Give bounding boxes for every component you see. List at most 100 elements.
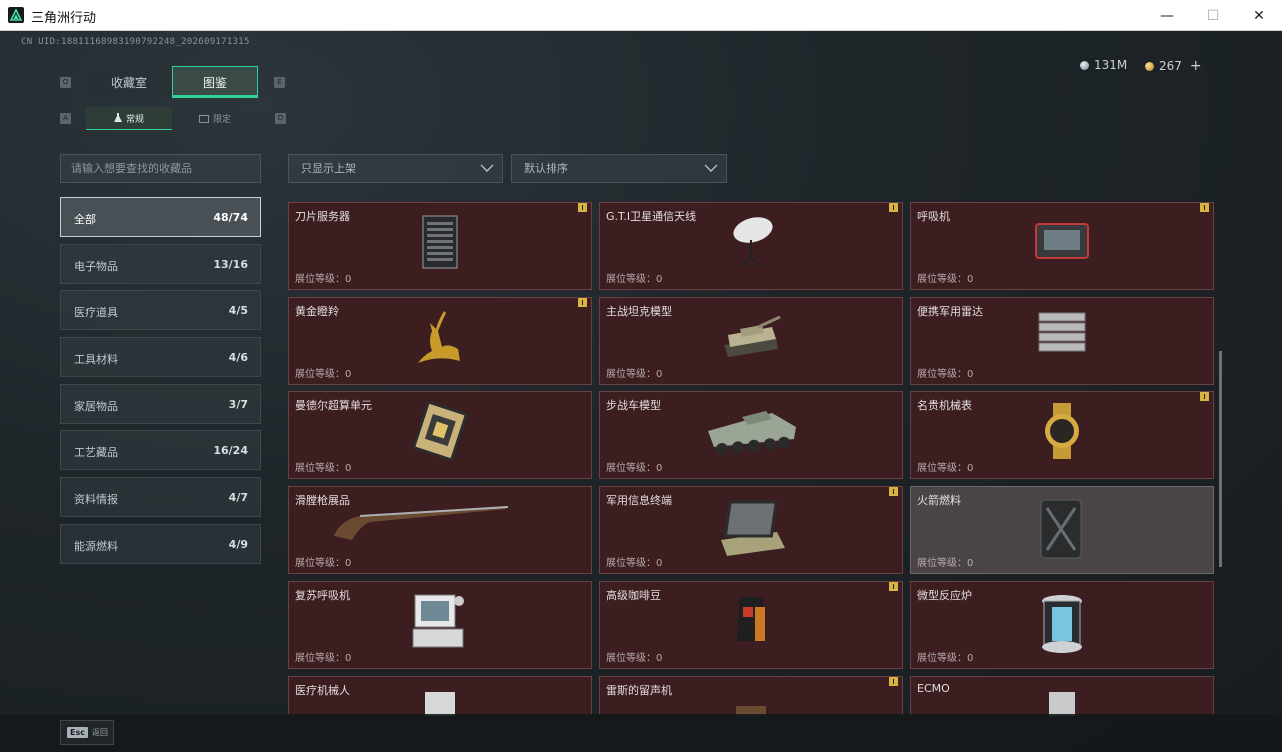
category-count: 4/9 [228, 537, 248, 551]
filter-dropdown[interactable]: 只显示上架 [288, 154, 503, 183]
collectible-card[interactable]: G.T.I卫星通信天线 展位等级：0 [599, 202, 903, 290]
category-count: 4/5 [228, 304, 248, 318]
subtab-regular[interactable]: 常规 [86, 107, 172, 130]
fuel-can-icon [1033, 496, 1091, 566]
player-uid: CN UID:18811168983190792248_202609171315 [21, 37, 250, 47]
close-button[interactable]: ✕ [1236, 0, 1282, 31]
category-energy[interactable]: 能源燃料 4/9 [60, 523, 261, 564]
watch-icon [1037, 401, 1087, 465]
tab-catalog[interactable]: 图鉴 [172, 66, 258, 98]
alert-badge-icon [1200, 392, 1209, 402]
key-hint-a: A [60, 113, 71, 124]
gramophone-icon [726, 686, 776, 716]
medical-robot-icon [415, 686, 465, 716]
collectible-name: 步战车模型 [606, 399, 661, 413]
display-level: 展位等级：0 [606, 558, 663, 570]
collectible-name: 曼德尔超算单元 [295, 399, 372, 413]
subtab-label: 常规 [125, 114, 144, 125]
collectible-card[interactable]: 复苏呼吸机 展位等级：0 [288, 580, 592, 669]
collectible-name: 便携军用雷达 [917, 304, 983, 318]
coffee-bag-icon [731, 591, 771, 649]
minimize-button[interactable]: — [1144, 0, 1190, 31]
collectible-card[interactable]: 便携军用雷达 展位等级：0 [910, 296, 1214, 385]
collectible-name: 医疗机械人 [295, 683, 350, 697]
alert-badge-icon [1200, 203, 1209, 212]
category-count: 3/7 [228, 397, 248, 411]
currency-amount: 267 [1159, 59, 1182, 73]
silver-coin-icon [1080, 60, 1089, 70]
add-currency-button[interactable]: + [1190, 58, 1202, 74]
display-level: 展位等级：0 [295, 368, 352, 380]
category-label: 工具材料 [74, 353, 118, 367]
display-level: 展位等级：0 [917, 652, 974, 664]
server-rack-icon [415, 212, 465, 276]
category-count: 4/7 [228, 491, 248, 505]
display-level: 展位等级：0 [606, 463, 663, 475]
collectible-card[interactable]: 军用信息终端 展位等级：0 [599, 486, 903, 575]
flask-icon [113, 113, 122, 122]
collectible-card[interactable]: 火箭燃料 展位等级：0 [910, 486, 1214, 575]
collectible-card[interactable]: 主战坦克模型 展位等级：0 [599, 296, 903, 385]
collectible-card[interactable]: 步战车模型展位等级：0 [599, 391, 903, 480]
category-medical[interactable]: 医疗道具 4/5 [60, 290, 261, 331]
filter-dropdown-label: 只显示上架 [301, 162, 356, 175]
collectible-name: 军用信息终端 [606, 494, 672, 508]
ventilator-icon [1030, 212, 1094, 272]
revival-machine-icon [409, 591, 471, 657]
collectible-card[interactable]: 呼吸机 展位等级：0 [910, 202, 1214, 290]
category-all[interactable]: 全部 48/74 [60, 197, 261, 237]
display-level: 展位等级：0 [917, 463, 974, 475]
category-label: 能源燃料 [74, 539, 118, 553]
alert-badge-icon [578, 297, 587, 307]
collectible-card[interactable]: 曼德尔超算单元 展位等级：0 [288, 391, 592, 480]
subtab-limited[interactable]: 限定 [172, 107, 258, 130]
ecmo-icon [1037, 686, 1087, 716]
category-crafts[interactable]: 工艺藏品 16/24 [60, 430, 261, 471]
ifv-model-icon [702, 401, 800, 465]
gold-gazelle-icon [408, 307, 472, 373]
alert-badge-icon [889, 581, 898, 591]
category-electronics[interactable]: 电子物品 13/16 [60, 243, 261, 284]
currency-gold: 267 + [1145, 58, 1202, 74]
alert-badge-icon [889, 676, 898, 686]
key-hint-d: D [275, 113, 286, 124]
sort-dropdown[interactable]: 默认排序 [511, 154, 727, 183]
satellite-dish-icon [721, 212, 781, 276]
maximize-button[interactable]: ☐ [1190, 0, 1236, 31]
collectible-card[interactable]: 刀片服务器 展位等级：0 [288, 202, 592, 290]
alert-badge-icon [889, 487, 898, 497]
key-hint-q: Q [60, 77, 71, 88]
category-label: 工艺藏品 [74, 446, 118, 460]
display-level: 展位等级：0 [295, 652, 352, 664]
collectible-card[interactable]: 滑膛枪展品 展位等级：0 [288, 486, 592, 575]
display-level: 展位等级：0 [606, 368, 663, 380]
musket-icon [330, 496, 510, 548]
category-household[interactable]: 家居物品 3/7 [60, 383, 261, 424]
collectible-name: 微型反应炉 [917, 588, 972, 602]
collectible-card[interactable]: ECMO展位等级：0 [910, 675, 1214, 716]
collectible-card[interactable]: 微型反应炉展位等级：0 [910, 580, 1214, 669]
tab-collection-room[interactable]: 收藏室 [86, 66, 172, 98]
collectible-card[interactable]: 医疗机械人展位等级：0 [288, 675, 592, 716]
collectible-card[interactable]: 黄金瞪羚 展位等级：0 [288, 296, 592, 385]
display-level: 展位等级：0 [606, 652, 663, 664]
back-button[interactable]: Esc 返回 [60, 720, 114, 745]
collectible-card[interactable]: 雷斯的留声机展位等级：0 [599, 675, 903, 716]
search-input[interactable]: 请输入想要查找的收藏品 [60, 154, 261, 183]
grid-scrollbar[interactable] [1219, 351, 1222, 567]
category-count: 4/6 [228, 351, 248, 365]
main-tabs: 收藏室 图鉴 [86, 66, 259, 98]
category-tools[interactable]: 工具材料 4/6 [60, 337, 261, 378]
category-intel[interactable]: 资料情报 4/7 [60, 477, 261, 518]
game-viewport: CN UID:18811168983190792248_202609171315… [0, 31, 1282, 752]
display-level: 展位等级：0 [606, 274, 663, 285]
gold-coin-icon [1145, 61, 1154, 71]
collectible-card[interactable]: 名贵机械表 展位等级：0 [910, 391, 1214, 480]
collectible-grid: 刀片服务器 展位等级：0 G.T.I卫星通信天线 展位等级：0 呼吸机 展位等级：0 黄金瞪… [288, 202, 1214, 716]
collectible-card[interactable]: 高级咖啡豆 展位等级：0 [599, 580, 903, 669]
app-logo-icon [8, 7, 24, 23]
collectible-name: 雷斯的留声机 [606, 683, 672, 697]
display-level: 展位等级：0 [295, 558, 352, 570]
sub-tabs: 常规 限定 [86, 107, 259, 130]
display-level: 展位等级：0 [917, 274, 974, 285]
